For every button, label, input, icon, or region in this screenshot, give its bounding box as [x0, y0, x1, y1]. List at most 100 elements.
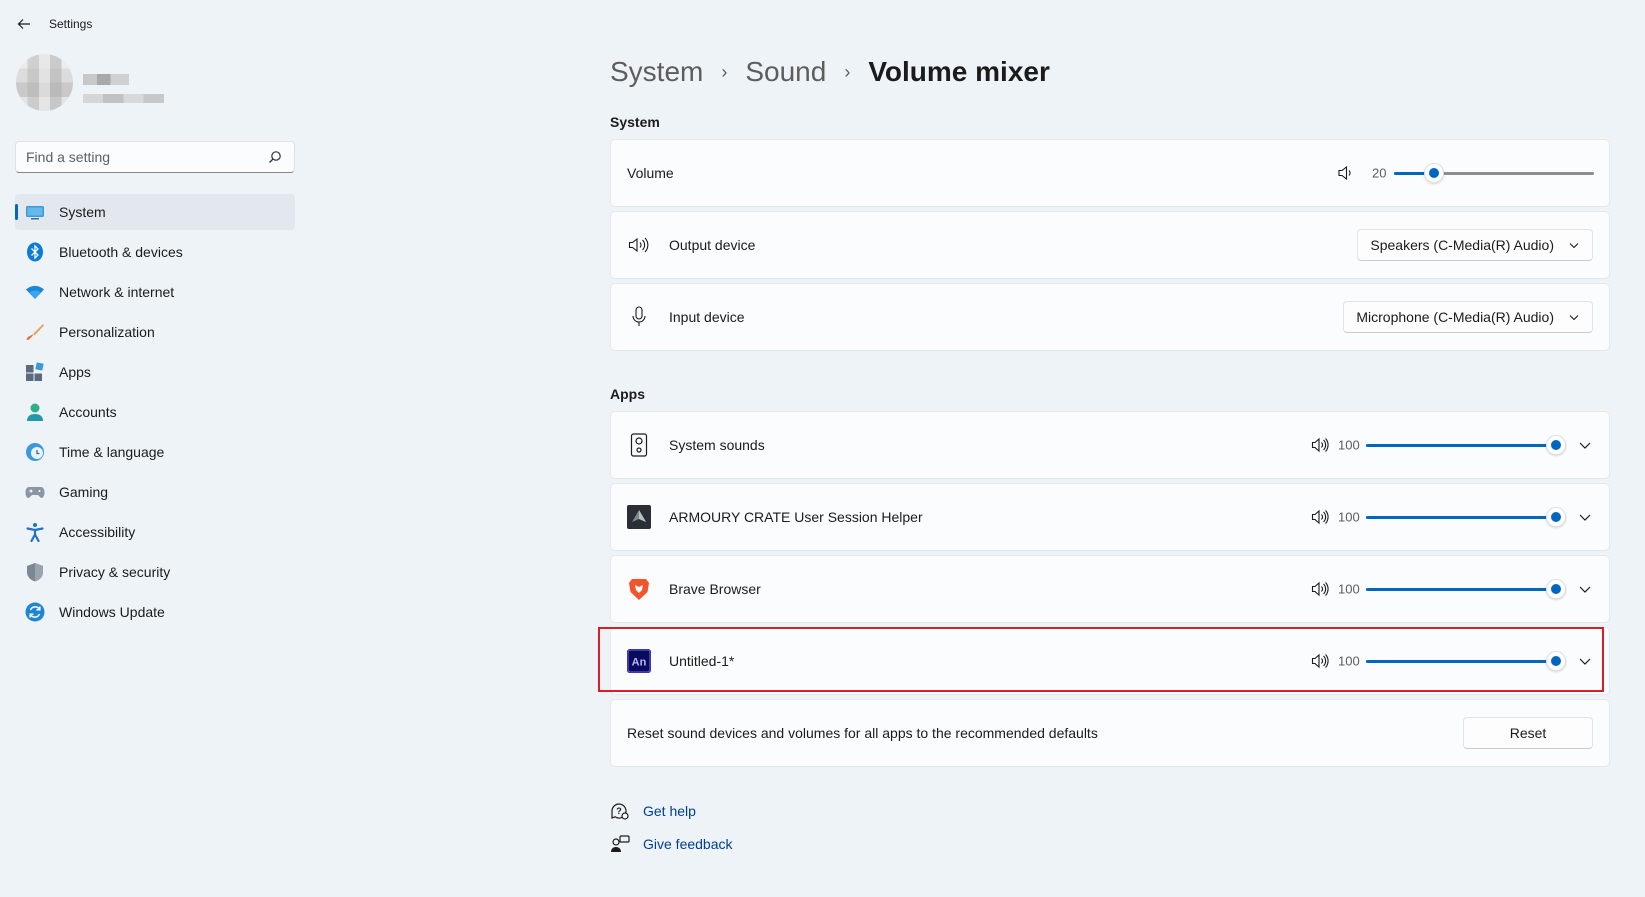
sidebar-item-label: Accounts	[59, 404, 117, 420]
sidebar-item-label: Windows Update	[59, 604, 165, 620]
app-row-brave: Brave Browser 100	[610, 555, 1610, 623]
app-row-untitled: An Untitled-1* 100	[610, 627, 1610, 695]
app-volume-value: 100	[1338, 581, 1360, 597]
slider-thumb[interactable]	[1546, 651, 1566, 671]
input-device-value: Microphone (C-Media(R) Audio)	[1356, 309, 1554, 325]
brave-icon	[627, 577, 651, 601]
update-icon	[25, 602, 45, 622]
slider-thumb[interactable]	[1424, 163, 1444, 183]
sidebar-item-label: Personalization	[59, 324, 155, 340]
slider-thumb[interactable]	[1546, 507, 1566, 527]
feedback-icon	[610, 834, 630, 854]
profile-email-redacted	[83, 94, 164, 103]
expand-button[interactable]	[1571, 431, 1599, 459]
system-icon	[25, 202, 45, 222]
account-icon	[25, 402, 45, 422]
app-row-armoury-crate: ARMOURY CRATE User Session Helper 100	[610, 483, 1610, 551]
volume-slider[interactable]	[1394, 163, 1594, 183]
speaker-icon[interactable]	[1311, 580, 1329, 598]
speaker-icon[interactable]	[1311, 652, 1329, 670]
sidebar-item-label: Apps	[59, 364, 91, 380]
chevron-down-icon	[1569, 315, 1579, 321]
chevron-down-icon	[1569, 243, 1579, 249]
app-badge: An	[632, 657, 647, 669]
chevron-down-icon	[1579, 586, 1591, 593]
chevron-down-icon	[1579, 658, 1591, 665]
sidebar-item-privacy[interactable]: Privacy & security	[15, 554, 295, 590]
sidebar-item-accessibility[interactable]: Accessibility	[15, 514, 295, 550]
app-name: Untitled-1*	[669, 653, 735, 669]
expand-button[interactable]	[1571, 503, 1599, 531]
slider-fill	[1366, 516, 1566, 519]
time-language-icon	[25, 442, 45, 462]
page-title: Volume mixer	[868, 56, 1050, 87]
app-name: Brave Browser	[669, 581, 761, 597]
sidebar-item-label: Network & internet	[59, 284, 175, 300]
sidebar-item-accounts[interactable]: Accounts	[15, 394, 295, 430]
speaker-low-icon[interactable]	[1337, 164, 1355, 182]
profile-name-redacted	[83, 74, 129, 85]
output-device-value: Speakers (C-Media(R) Audio)	[1370, 237, 1554, 253]
bluetooth-icon	[25, 242, 45, 262]
output-device-card[interactable]: Output device Speakers (C-Media(R) Audio…	[610, 211, 1610, 279]
sidebar-item-label: Bluetooth & devices	[59, 244, 183, 260]
search-box	[15, 141, 295, 173]
app-volume-slider[interactable]	[1366, 579, 1566, 599]
shield-icon	[25, 562, 45, 582]
give-feedback-label: Give feedback	[643, 836, 733, 852]
sidebar-item-label: Gaming	[59, 484, 109, 500]
slider-thumb[interactable]	[1546, 579, 1566, 599]
search-input[interactable]	[16, 142, 256, 172]
app-volume-slider[interactable]	[1366, 507, 1566, 527]
expand-button[interactable]	[1571, 575, 1599, 603]
app-volume-value: 100	[1338, 509, 1360, 525]
sidebar-item-network[interactable]: Network & internet	[15, 274, 295, 310]
get-help-link[interactable]: ? Get help	[610, 801, 696, 821]
wifi-icon	[25, 282, 45, 302]
svg-text:?: ?	[616, 806, 622, 816]
chevron-right-icon: ›	[721, 61, 728, 82]
app-volume-value: 100	[1338, 653, 1360, 669]
sidebar-item-windows-update[interactable]: Windows Update	[15, 594, 295, 630]
breadcrumb-system[interactable]: System	[610, 56, 703, 88]
reset-button[interactable]: Reset	[1463, 717, 1593, 749]
brush-icon	[25, 322, 45, 342]
sidebar-item-bluetooth[interactable]: Bluetooth & devices	[15, 234, 295, 270]
sidebar-item-personalization[interactable]: Personalization	[15, 314, 295, 350]
breadcrumb-sound[interactable]: Sound	[745, 56, 826, 88]
input-device-dropdown[interactable]: Microphone (C-Media(R) Audio)	[1343, 301, 1593, 333]
avatar[interactable]	[16, 54, 73, 111]
sidebar-item-label: Time & language	[59, 444, 165, 460]
apps-icon	[25, 362, 45, 382]
back-button[interactable]	[12, 12, 36, 36]
output-device-dropdown[interactable]: Speakers (C-Media(R) Audio)	[1357, 229, 1593, 261]
back-arrow-icon	[17, 19, 30, 29]
sidebar-item-system[interactable]: System	[15, 194, 295, 230]
get-help-label: Get help	[643, 803, 696, 819]
app-volume-slider[interactable]	[1366, 651, 1566, 671]
chevron-right-icon: ›	[844, 61, 851, 82]
speaker-icon[interactable]	[1311, 436, 1329, 454]
app-name: ARMOURY CRATE User Session Helper	[669, 509, 923, 525]
slider-fill	[1366, 660, 1566, 663]
chevron-down-icon	[1579, 442, 1591, 449]
accessibility-icon	[25, 522, 45, 542]
volume-value: 20	[1372, 165, 1387, 181]
microphone-icon	[627, 305, 651, 329]
expand-button[interactable]	[1571, 647, 1599, 675]
sidebar-item-time-language[interactable]: Time & language	[15, 434, 295, 470]
sidebar-item-label: Accessibility	[59, 524, 136, 540]
app-title: Settings	[49, 17, 93, 31]
input-device-card[interactable]: Input device Microphone (C-Media(R) Audi…	[610, 283, 1610, 351]
give-feedback-link[interactable]: Give feedback	[610, 834, 733, 854]
search-icon[interactable]	[268, 150, 282, 164]
sidebar-item-label: Privacy & security	[59, 564, 171, 580]
app-volume-slider[interactable]	[1366, 435, 1566, 455]
slider-fill	[1366, 588, 1566, 591]
sidebar-item-label: System	[59, 204, 106, 220]
sidebar-item-apps[interactable]: Apps	[15, 354, 295, 390]
speaker-icon[interactable]	[1311, 508, 1329, 526]
sidebar-item-gaming[interactable]: Gaming	[15, 474, 295, 510]
slider-thumb[interactable]	[1546, 435, 1566, 455]
sidebar-nav: System Bluetooth & devices Network & int…	[15, 194, 295, 634]
